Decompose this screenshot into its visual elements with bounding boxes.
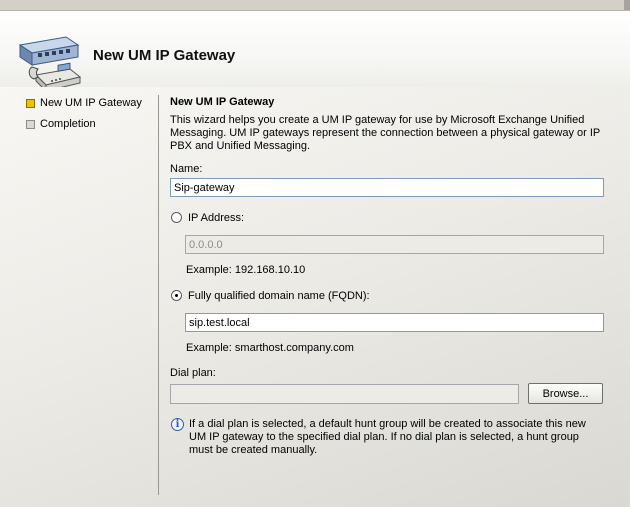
info-icon: i	[171, 418, 184, 431]
dial-plan-info-text: If a dial plan is selected, a default hu…	[189, 418, 586, 456]
ip-address-example: Example: 192.168.10.10	[186, 264, 306, 276]
sidebar-item-label: Completion	[40, 118, 96, 130]
sidebar-item-new-um-ip-gateway[interactable]: New UM IP Gateway	[26, 96, 142, 110]
wizard-header: New UM IP Gateway	[0, 11, 630, 93]
name-field[interactable]	[170, 178, 604, 197]
dial-plan-label: Dial plan:	[170, 367, 216, 379]
gateway-phone-icon	[18, 36, 82, 93]
ip-address-field[interactable]	[185, 235, 604, 254]
browse-button[interactable]: Browse...	[528, 383, 603, 404]
name-label: Name:	[170, 163, 203, 175]
wizard-description: This wizard helps you create a UM IP gat…	[170, 114, 601, 152]
fqdn-example: Example: smarthost.company.com	[186, 342, 354, 354]
window-corner	[624, 0, 630, 10]
ip-address-radio[interactable]	[171, 212, 182, 223]
current-step-icon	[26, 98, 35, 108]
sidebar-item-completion[interactable]: Completion	[26, 117, 96, 131]
dial-plan-field[interactable]	[170, 384, 519, 404]
pending-step-icon	[26, 119, 35, 129]
fqdn-field[interactable]	[185, 313, 604, 332]
ip-address-label: IP Address:	[188, 212, 245, 224]
fqdn-radio[interactable]	[171, 290, 182, 301]
wizard-title: New UM IP Gateway	[93, 47, 236, 64]
sidebar-item-label: New UM IP Gateway	[40, 97, 142, 109]
sidebar-divider	[158, 95, 159, 495]
section-title: New UM IP Gateway	[170, 96, 275, 108]
fqdn-label: Fully qualified domain name (FQDN):	[188, 290, 370, 302]
window-top-edge	[0, 0, 630, 11]
